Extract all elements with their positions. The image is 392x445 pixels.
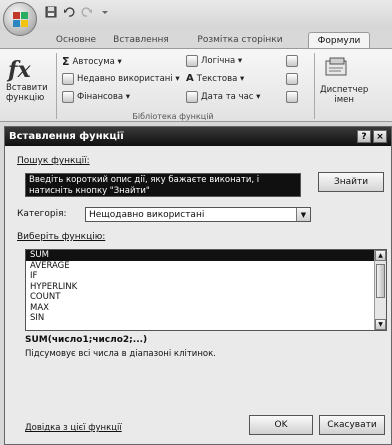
insert-function-button[interactable]: Вставити функцію xyxy=(6,83,48,103)
logical-icon xyxy=(186,55,198,67)
list-item[interactable]: SUM xyxy=(26,250,386,261)
tab-page-layout[interactable]: Розмітка сторінки xyxy=(178,32,302,48)
insert-function-label-2: функцію xyxy=(6,93,45,103)
logical-label: Логічна ▾ xyxy=(201,56,243,66)
office-logo-icon xyxy=(13,12,28,27)
quick-access-toolbar xyxy=(45,6,111,18)
financial-label: Фінансова ▾ xyxy=(77,92,131,102)
function-syntax: SUM(число1;число2;...) xyxy=(25,335,148,345)
name-manager-label-1: Диспетчер xyxy=(320,85,369,95)
dialog-title-bar[interactable]: Вставлення функції xyxy=(5,127,391,146)
category-select[interactable]: Нещодавно використані ▼ xyxy=(85,207,311,222)
list-item[interactable]: COUNT xyxy=(26,292,386,303)
financial-functions-button[interactable]: Фінансова ▾ xyxy=(62,91,130,103)
name-manager-button[interactable]: Диспетчер імен xyxy=(320,85,368,105)
tab-insert[interactable]: Вставлення xyxy=(106,32,176,48)
title-bar xyxy=(0,0,392,30)
office-button[interactable] xyxy=(3,2,37,36)
excel-window: Основне Вставлення Розмітка сторінки Фор… xyxy=(0,0,392,445)
lookup-icon xyxy=(286,55,298,67)
sigma-icon: Σ xyxy=(62,55,70,68)
category-value: Нещодавно використані xyxy=(89,209,205,220)
insert-function-icon[interactable]: fx xyxy=(8,57,31,83)
more-functions-button[interactable] xyxy=(286,91,298,103)
search-input[interactable]: Введіть короткий опис дії, яку бажаєте в… xyxy=(25,173,301,197)
redo-icon[interactable] xyxy=(81,6,93,18)
function-description: Підсумовує всі числа в діапазоні клітино… xyxy=(25,349,216,359)
save-icon[interactable] xyxy=(45,6,57,18)
logical-functions-button[interactable]: Логічна ▾ xyxy=(186,55,242,67)
name-manager-label-2: імен xyxy=(334,95,354,105)
list-item[interactable]: MAX xyxy=(26,303,386,314)
close-button[interactable]: × xyxy=(373,130,387,143)
autosum-label: Автосума ▾ xyxy=(72,56,122,67)
name-manager-icon[interactable] xyxy=(324,57,350,79)
datetime-functions-button[interactable]: Дата та час ▾ xyxy=(186,91,260,103)
math-icon xyxy=(286,73,298,85)
find-button[interactable]: Знайти xyxy=(318,172,384,192)
more-functions-icon xyxy=(286,91,298,103)
datetime-label: Дата та час ▾ xyxy=(201,92,261,102)
lookup-functions-button[interactable] xyxy=(286,55,298,67)
list-item[interactable]: IF xyxy=(26,271,386,282)
customize-icon[interactable] xyxy=(99,6,111,18)
insert-function-dialog: Вставлення функції ? × Пошук функції: Вв… xyxy=(4,126,392,445)
function-list-scrollbar[interactable]: ▲ ▼ xyxy=(374,250,386,330)
star-icon xyxy=(62,73,74,85)
category-label: Категорія: xyxy=(17,209,67,219)
calendar-icon xyxy=(186,91,198,103)
search-label: Пошук функції: xyxy=(17,156,90,166)
recent-functions-button[interactable]: Недавно використані ▾ xyxy=(62,73,180,85)
scroll-thumb[interactable] xyxy=(376,264,385,298)
dialog-title: Вставлення функції xyxy=(9,131,124,142)
undo-icon[interactable] xyxy=(63,6,75,18)
cancel-button[interactable]: Скасувати xyxy=(319,415,385,435)
ribbon-tabs: Основне Вставлення Розмітка сторінки Фор… xyxy=(0,30,392,48)
scroll-down-icon[interactable]: ▼ xyxy=(375,319,386,330)
ok-button[interactable]: OK xyxy=(249,415,313,435)
function-list[interactable]: SUM AVERAGE IF HYPERLINK COUNT MAX SIN ▲… xyxy=(25,249,387,331)
list-item[interactable]: HYPERLINK xyxy=(26,282,386,293)
tab-home[interactable]: Основне xyxy=(48,32,104,48)
ribbon-separator xyxy=(314,53,315,119)
list-item[interactable]: SIN xyxy=(26,313,386,324)
text-icon: A xyxy=(186,73,194,84)
text-label: Текстова ▾ xyxy=(196,73,245,84)
chevron-down-icon[interactable]: ▼ xyxy=(296,208,310,221)
function-library-group-label: Бібліотека функцій xyxy=(132,112,214,121)
recent-label: Недавно використані ▾ xyxy=(77,74,180,84)
scroll-up-icon[interactable]: ▲ xyxy=(375,250,386,261)
ribbon-separator xyxy=(56,53,57,119)
text-functions-button[interactable]: A Текстова ▾ xyxy=(186,73,244,84)
insert-function-label-1: Вставити xyxy=(6,83,48,93)
list-item[interactable]: AVERAGE xyxy=(26,261,386,272)
autosum-button[interactable]: Σ Автосума ▾ xyxy=(62,55,122,68)
function-help-link[interactable]: Довідка з цієї функції xyxy=(25,423,122,433)
tab-formulas[interactable]: Формули xyxy=(308,32,370,48)
math-functions-button[interactable] xyxy=(286,73,298,85)
financial-icon xyxy=(62,91,74,103)
select-function-label: Виберіть функцію: xyxy=(17,232,106,242)
help-button[interactable]: ? xyxy=(357,130,371,143)
ribbon-formulas: fx Вставити функцію Σ Автосума ▾ Недавно… xyxy=(0,48,392,122)
